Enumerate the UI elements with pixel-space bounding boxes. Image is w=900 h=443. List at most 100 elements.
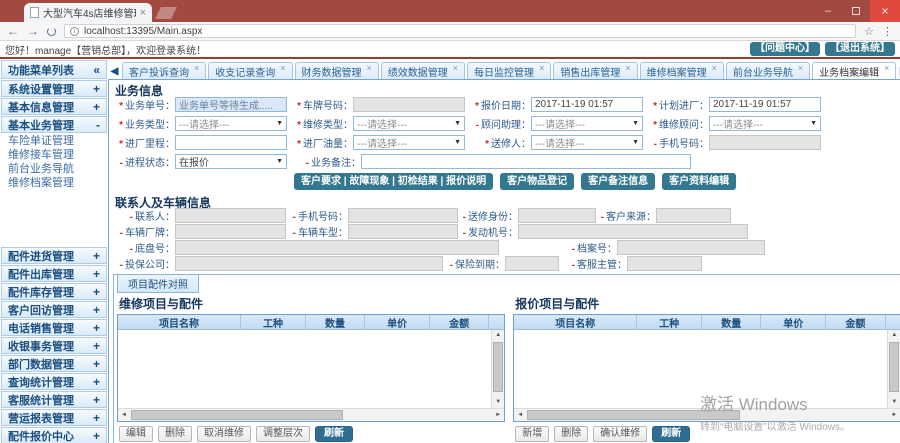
sidebar-group-parts-outbound[interactable]: 配件出库管理+ xyxy=(1,265,107,282)
refresh-button[interactable]: 刷新 xyxy=(315,426,353,442)
archive-no-field[interactable] xyxy=(617,240,765,255)
tab-close-icon[interactable]: × xyxy=(140,8,146,18)
vertical-scrollbar[interactable]: ▲ ▼ xyxy=(887,330,900,408)
cancel-repair-button[interactable]: 取消维修 xyxy=(197,426,251,442)
edit-button[interactable]: 编辑 xyxy=(119,426,153,442)
scrollbar-thumb[interactable] xyxy=(131,410,343,420)
contact-mobile-field[interactable] xyxy=(348,208,458,223)
mileage-field[interactable] xyxy=(175,135,287,150)
sender-identity-field[interactable] xyxy=(518,208,596,223)
mobile-field[interactable] xyxy=(709,135,821,150)
address-bar[interactable]: i localhost:13395/Main.aspx xyxy=(64,24,856,38)
delete-button[interactable]: 删除 xyxy=(158,426,192,442)
window-minimize-button[interactable]: – xyxy=(814,0,842,22)
refresh-button[interactable]: 刷新 xyxy=(652,426,690,442)
chassis-no-field[interactable] xyxy=(175,240,499,255)
close-icon[interactable]: × xyxy=(194,63,199,73)
sidebar-group-parts-inventory[interactable]: 配件库存管理+ xyxy=(1,283,107,300)
sidebar-group-phone-sales[interactable]: 电话销售管理+ xyxy=(1,319,107,336)
content-tab[interactable]: 每日监控管理× xyxy=(467,62,551,79)
back-icon[interactable]: ← xyxy=(7,25,19,37)
scroll-right-icon[interactable]: ► xyxy=(888,409,900,421)
scroll-up-icon[interactable]: ▲ xyxy=(492,330,504,341)
sidebar-group-parts-purchase[interactable]: 配件进货管理+ xyxy=(1,247,107,264)
quote-date-field[interactable]: 2017-11-19 01:57 xyxy=(531,97,643,112)
content-tab[interactable]: 销售出库管理× xyxy=(553,62,637,79)
close-icon[interactable]: × xyxy=(280,63,285,73)
question-center-button[interactable]: 【问题中心】 xyxy=(750,42,820,56)
adjust-order-button[interactable]: 调整层次 xyxy=(256,426,310,442)
scrollbar-thumb[interactable] xyxy=(527,410,739,420)
contact-name-field[interactable] xyxy=(175,208,286,223)
customer-notes-button[interactable]: 客户备注信息 xyxy=(581,173,655,190)
sidebar-collapse-icon[interactable]: « xyxy=(93,64,100,76)
sidebar-item-vehicle-documents[interactable]: 车险单证管理 xyxy=(1,133,107,147)
delete-button[interactable]: 删除 xyxy=(554,426,588,442)
close-icon[interactable]: × xyxy=(539,63,544,73)
reload-icon[interactable] xyxy=(47,27,56,36)
vertical-scrollbar[interactable]: ▲ ▼ xyxy=(491,330,504,408)
scroll-right-icon[interactable]: ► xyxy=(492,409,504,421)
add-button[interactable]: 新增 xyxy=(515,426,549,442)
browser-tab[interactable]: 大型汽车4s店维修管理系 × xyxy=(24,3,152,22)
window-maximize-button[interactable] xyxy=(842,0,870,22)
scroll-left-icon[interactable]: ◄ xyxy=(514,409,526,421)
fuel-level-select[interactable]: ---请选择---▼ xyxy=(353,135,465,150)
customer-items-button[interactable]: 客户物品登记 xyxy=(500,173,574,190)
close-icon[interactable]: × xyxy=(625,63,630,73)
sender-select[interactable]: ---请选择---▼ xyxy=(531,135,643,150)
new-tab-button[interactable] xyxy=(155,7,177,19)
close-icon[interactable]: × xyxy=(453,63,458,73)
insurer-field[interactable] xyxy=(175,256,443,271)
order-no-field[interactable]: 业务单号等待生成..... xyxy=(175,97,287,112)
sidebar-group-operation-reports[interactable]: 营运报表管理+ xyxy=(1,409,107,426)
horizontal-scrollbar[interactable]: ◄ ► xyxy=(118,408,504,421)
sidebar-group-customer-followup[interactable]: 客户回访管理+ xyxy=(1,301,107,318)
bookmark-star-icon[interactable]: ☆ xyxy=(864,25,874,38)
sidebar-item-repair-archives[interactable]: 维修档案管理 xyxy=(1,175,107,189)
sidebar-group-basic-business[interactable]: 基本业务管理- xyxy=(1,116,107,133)
scrollbar-thumb[interactable] xyxy=(493,342,503,392)
sidebar-group-cashier[interactable]: 收银事务管理+ xyxy=(1,337,107,354)
sidebar-group-parts-quote-center[interactable]: 配件报价中心+ xyxy=(1,427,107,443)
window-close-button[interactable]: × xyxy=(870,0,900,22)
sidebar-item-front-desk-nav[interactable]: 前台业务导航 xyxy=(1,161,107,175)
close-icon[interactable]: × xyxy=(712,63,717,73)
sidebar-group-department-data[interactable]: 部门数据管理+ xyxy=(1,355,107,372)
customer-requirements-button[interactable]: 客户要求 | 故障现象 | 初检结果 | 报价说明 xyxy=(294,173,493,190)
scroll-up-icon[interactable]: ▲ xyxy=(888,330,900,341)
content-tab[interactable]: 客户投诉查询× xyxy=(122,62,206,79)
sidebar-group-system-settings[interactable]: 系统设置管理+ xyxy=(1,80,107,97)
advisor-assistant-select[interactable]: ---请选择---▼ xyxy=(531,116,643,131)
service-manager-field[interactable] xyxy=(627,256,702,271)
tabs-scroll-left-icon[interactable]: ◀ xyxy=(108,63,121,79)
content-tab[interactable]: 财务数据管理× xyxy=(295,62,379,79)
forward-icon[interactable]: → xyxy=(27,25,39,37)
content-tab[interactable]: 维修档案管理× xyxy=(640,62,724,79)
sidebar-item-repair-reception[interactable]: 维修接车管理 xyxy=(1,147,107,161)
sidebar-group-service-statistics[interactable]: 客服统计管理+ xyxy=(1,391,107,408)
progress-status-select[interactable]: 在报价▼ xyxy=(175,154,287,169)
customer-source-field[interactable] xyxy=(656,208,731,223)
close-icon[interactable]: × xyxy=(884,63,889,73)
vehicle-model-field[interactable] xyxy=(348,224,458,239)
logout-button[interactable]: 【退出系统】 xyxy=(825,42,895,56)
content-tab[interactable]: 收支记录查询× xyxy=(208,62,292,79)
insurance-expiry-field[interactable] xyxy=(505,256,559,271)
content-tab[interactable]: 绩效数据管理× xyxy=(381,62,465,79)
business-type-select[interactable]: ---请选择---▼ xyxy=(175,116,287,131)
tab-items-parts-compare[interactable]: 项目配件对照 xyxy=(117,275,199,293)
scrollbar-thumb[interactable] xyxy=(889,342,899,392)
scroll-left-icon[interactable]: ◄ xyxy=(118,409,130,421)
sidebar-group-query-statistics[interactable]: 查询统计管理+ xyxy=(1,373,107,390)
business-remark-field[interactable] xyxy=(361,154,691,169)
customer-profile-button[interactable]: 客户资料编辑 xyxy=(662,173,736,190)
vehicle-brand-field[interactable] xyxy=(175,224,286,239)
horizontal-scrollbar[interactable]: ◄ ► xyxy=(514,408,900,421)
content-tab[interactable]: 前台业务导航× xyxy=(726,62,810,79)
planned-entry-field[interactable]: 2017-11-19 01:57 xyxy=(709,97,821,112)
content-tab-active[interactable]: 业务档案编辑× xyxy=(812,62,896,79)
browser-menu-icon[interactable]: ⋮ xyxy=(882,25,893,38)
close-icon[interactable]: × xyxy=(798,63,803,73)
sidebar-group-basic-info[interactable]: 基本信息管理+ xyxy=(1,98,107,115)
